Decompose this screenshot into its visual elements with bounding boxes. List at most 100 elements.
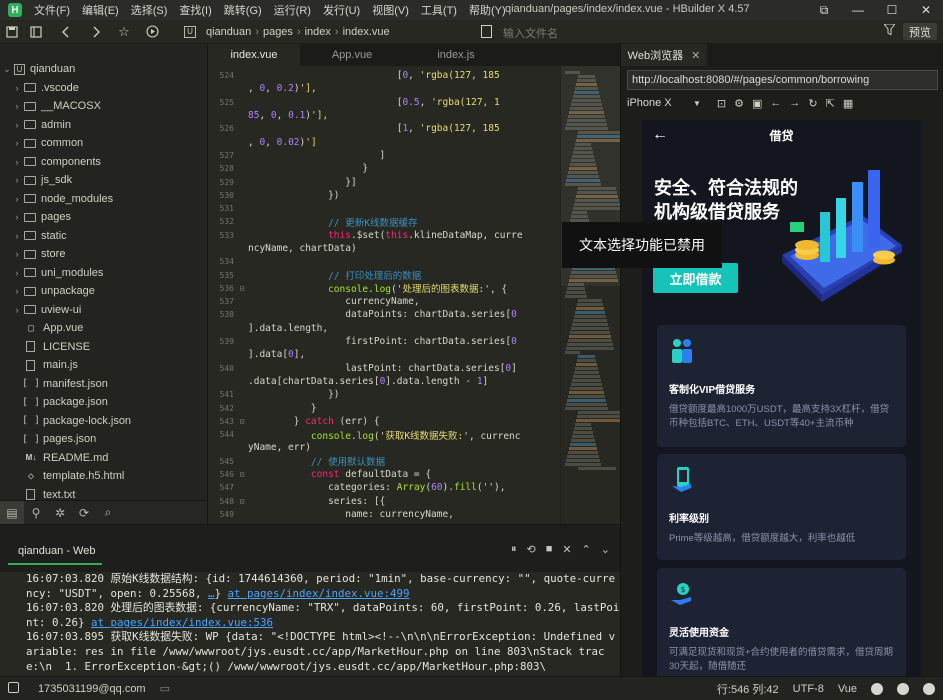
tree-item-label: pages.json — [43, 433, 97, 446]
console-source-link[interactable]: at pages/index/index.vue:536 — [91, 616, 273, 629]
back-icon[interactable]: ← — [770, 97, 781, 110]
file-search-input[interactable]: 输入文件名 — [503, 25, 558, 41]
menu-item[interactable]: 文件(F) — [28, 2, 76, 18]
account-icon[interactable] — [923, 683, 935, 695]
save-icon[interactable] — [0, 20, 24, 44]
tree-item[interactable]: › store — [0, 245, 207, 264]
tree-item[interactable]: [ ] package-lock.json — [0, 412, 207, 431]
tree-item[interactable]: [ ] package.json — [0, 393, 207, 412]
cursor-position[interactable]: 行:546 列:42 — [717, 681, 779, 697]
menu-item[interactable]: 发行(U) — [317, 2, 366, 18]
menu-item[interactable]: 工具(T) — [415, 2, 463, 18]
breadcrumb-item[interactable]: qianduan — [202, 26, 255, 38]
notification-icon[interactable] — [871, 683, 883, 695]
git-icon[interactable]: ⟳ — [72, 506, 96, 520]
menu-item[interactable]: 跳转(G) — [218, 2, 268, 18]
settings-icon[interactable]: ⚙ — [734, 97, 744, 110]
tree-item[interactable]: › node_modules — [0, 190, 207, 209]
tree-item[interactable]: › uview-ui — [0, 301, 207, 320]
console-tab-title[interactable]: qianduan - Web — [18, 545, 95, 557]
back-arrow-icon[interactable]: ← — [652, 126, 668, 144]
tab-app-vue[interactable]: App.vue — [300, 44, 404, 66]
terminal-icon[interactable]: ▭ — [160, 682, 170, 695]
qrcode-icon[interactable]: ▦ — [843, 97, 853, 110]
tree-item[interactable]: [ ] pages.json — [0, 430, 207, 449]
language-indicator[interactable]: Vue — [838, 683, 857, 695]
menu-item[interactable]: 选择(S) — [125, 2, 174, 18]
star-icon[interactable]: ☆ — [112, 20, 136, 44]
menu-item[interactable]: 编辑(E) — [76, 2, 125, 18]
sidebar-icon[interactable] — [24, 20, 48, 44]
minimap[interactable] — [560, 66, 620, 524]
url-input[interactable]: http://localhost:8080/#/pages/common/bor… — [627, 70, 938, 90]
encoding-indicator[interactable]: UTF-8 — [793, 683, 824, 695]
menu-item[interactable]: 视图(V) — [366, 2, 415, 18]
back-icon[interactable] — [54, 20, 78, 44]
open-external-icon[interactable]: ⇱ — [826, 97, 835, 110]
download-icon[interactable] — [897, 683, 909, 695]
fold-icon[interactable]: ⊟ — [236, 470, 248, 479]
code-editor[interactable]: 524 [0, 'rgba(127, 185, 0, 0.2)'], 525 [0… — [208, 66, 560, 524]
forward-icon[interactable] — [84, 20, 108, 44]
device-select[interactable]: iPhone X — [627, 97, 693, 109]
breadcrumb-item[interactable]: index — [301, 26, 335, 38]
tree-item[interactable]: M↓ README.md — [0, 449, 207, 468]
tree-item[interactable]: › common — [0, 134, 207, 153]
tree-root[interactable]: ⌄ U qianduan — [0, 60, 207, 79]
bug-icon[interactable]: ✲ — [48, 506, 72, 520]
status-user[interactable]: 1735031199@qq.com — [38, 683, 146, 695]
tree-item[interactable]: › admin — [0, 116, 207, 135]
flexible-funds-card[interactable]: $ 灵活使用资金 可满足现货和现货+合约使用者的借贷需求，借贷周期30天起，随借… — [657, 568, 906, 676]
tree-item[interactable]: › .vscode — [0, 79, 207, 98]
breadcrumb-item[interactable]: index.vue — [339, 26, 394, 38]
rate-level-card[interactable]: 利率级别 Prime等级越高，借贷额度越大，利率也越低 — [657, 454, 906, 560]
tree-item[interactable]: main.js — [0, 356, 207, 375]
maximize-window-icon[interactable]: ☐ — [875, 0, 909, 20]
preview-button[interactable]: 预览 — [903, 23, 937, 40]
files-icon[interactable]: ▤ — [0, 500, 24, 525]
tree-item[interactable]: › uni_modules — [0, 264, 207, 283]
menu-item[interactable]: 运行(R) — [268, 2, 317, 18]
fold-icon[interactable]: ⊟ — [236, 284, 248, 293]
restore-window-icon[interactable]: ⧉ — [807, 0, 841, 20]
tab-index-js[interactable]: index.js — [404, 44, 508, 66]
run-icon[interactable] — [140, 20, 164, 44]
tree-item[interactable]: ◇ template.h5.html — [0, 467, 207, 486]
tree-item[interactable]: › static — [0, 227, 207, 246]
console-source-link[interactable]: at pages/index/index.vue:499 — [228, 587, 410, 600]
tab-web-browser[interactable]: Web浏览器 ✕ — [621, 44, 707, 66]
stop-icon[interactable]: ■ — [546, 543, 553, 556]
screenshot-icon[interactable]: ⊡ — [717, 97, 726, 110]
console-output[interactable]: 16:07:03.820 原始K线数据结构: {id: 1744614360, … — [0, 572, 620, 676]
menu-item[interactable]: 查找(I) — [173, 2, 217, 18]
clear-icon[interactable]: ✕ — [562, 543, 571, 556]
minimize-window-icon[interactable]: — — [841, 0, 875, 20]
breadcrumb-item[interactable]: pages — [259, 26, 297, 38]
tree-item[interactable]: › components — [0, 153, 207, 172]
console-icon[interactable]: ▣ — [752, 97, 762, 110]
tab-index-vue[interactable]: index.vue — [208, 44, 300, 66]
tree-item[interactable]: ▢ App.vue — [0, 319, 207, 338]
refresh-icon[interactable]: ↻ — [808, 97, 817, 110]
chevron-up-icon[interactable]: ⌃ — [582, 543, 591, 556]
tree-item[interactable]: › __MACOSX — [0, 97, 207, 116]
search-icon[interactable]: ⌕ — [96, 505, 120, 520]
tree-item[interactable]: [ ] manifest.json — [0, 375, 207, 394]
chevron-down-icon[interactable]: ⌄ — [601, 543, 610, 556]
tree-item[interactable]: › pages — [0, 208, 207, 227]
fold-icon[interactable]: ⊟ — [236, 417, 248, 426]
close-icon[interactable]: ✕ — [691, 49, 700, 62]
tree-item[interactable]: LICENSE — [0, 338, 207, 357]
vip-lending-card[interactable]: 客制化VIP借贷服务 借贷额度最高1000万USDT，最高支持3X杠杆，借贷币种… — [657, 325, 906, 447]
chevron-right-icon: › — [15, 193, 19, 204]
close-window-icon[interactable]: ✕ — [909, 0, 943, 20]
bike-icon[interactable]: ⚲ — [24, 506, 48, 520]
fold-icon[interactable]: ⊟ — [236, 497, 248, 506]
tree-item[interactable]: › js_sdk — [0, 171, 207, 190]
pause-icon[interactable]: ⏸ — [511, 543, 517, 556]
tree-item[interactable]: › unpackage — [0, 282, 207, 301]
filter-icon[interactable] — [882, 23, 897, 38]
restart-icon[interactable]: ⟲ — [526, 543, 535, 556]
forward-icon[interactable]: → — [789, 97, 800, 110]
caret-down-icon[interactable]: ▼ — [693, 99, 701, 108]
